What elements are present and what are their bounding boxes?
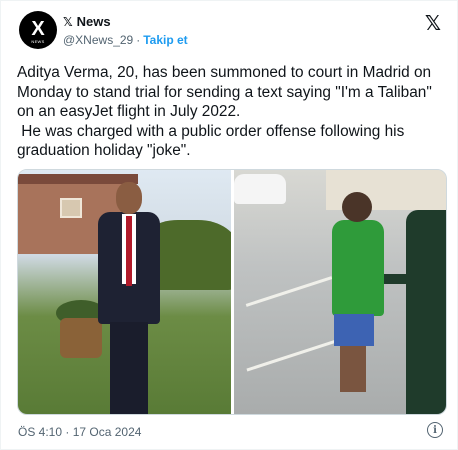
tie-shape [126, 216, 132, 286]
follow-button[interactable]: Takip et [143, 33, 187, 47]
photo-man-escorted-by-police[interactable] [233, 170, 446, 414]
head-shape [341, 192, 372, 222]
person-in-green-shirt [331, 192, 384, 402]
account-handle[interactable]: @XNews_29 [63, 33, 133, 47]
display-name[interactable]: News [77, 14, 111, 29]
road-marking [245, 276, 332, 307]
shorts-shape [333, 314, 374, 346]
trousers-shape [110, 322, 148, 414]
x-brand-icon[interactable]: 𝕏 [425, 11, 441, 36]
planter-shape [60, 318, 102, 358]
window-shape [60, 198, 82, 218]
legs-shape [339, 346, 366, 392]
green-shirt-shape [331, 220, 384, 316]
x-logo-icon: X [31, 17, 45, 40]
media-grid [17, 169, 447, 415]
head-shape [116, 182, 142, 214]
author-name-row[interactable]: 𝕏 News [63, 14, 111, 29]
x-name-icon: 𝕏 [63, 14, 73, 29]
person-in-suit [98, 182, 160, 414]
car-shape [233, 174, 286, 204]
tweet-card: X NEWS 𝕏 News @XNews_29 · Takip et 𝕏 Adi… [0, 0, 458, 450]
photo-young-man-in-suit[interactable] [18, 170, 231, 414]
avatar[interactable]: X NEWS [19, 11, 57, 49]
tweet-timestamp[interactable]: ÖS 4:10 · 17 Oca 2024 [18, 425, 141, 439]
handle-row: @XNews_29 · Takip et [63, 33, 188, 47]
info-icon[interactable]: i [427, 422, 443, 438]
separator-dot: · [136, 33, 141, 47]
tweet-paragraph-2: He was charged with a public order offen… [17, 122, 409, 160]
police-officer [406, 210, 446, 414]
tweet-paragraph-1: Aditya Verma, 20, has been summoned to c… [17, 64, 437, 120]
tweet-text: Aditya Verma, 20, has been summoned to c… [17, 63, 447, 161]
avatar-sub-label: NEWS [31, 39, 45, 44]
